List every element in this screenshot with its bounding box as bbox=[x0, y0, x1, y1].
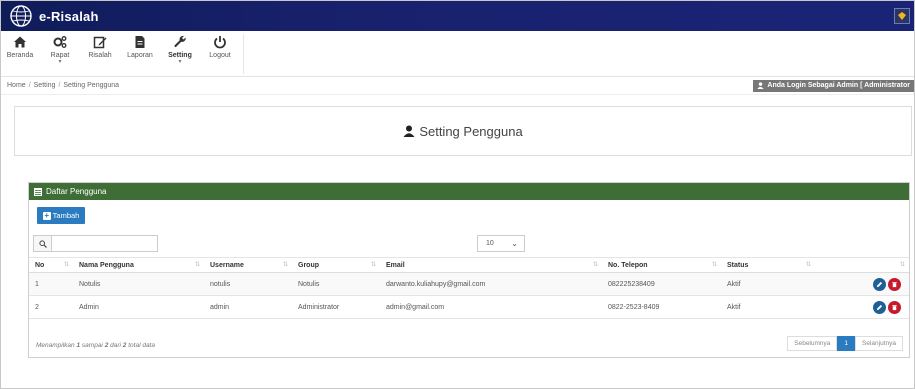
table-info: Menampilkan 1 sampai 2 dari 2 total data bbox=[36, 342, 155, 349]
toolbar-divider bbox=[243, 34, 244, 74]
table-row: 1 Notulis notulis Notulis darwanto.kulia… bbox=[29, 272, 909, 296]
toolbar-rapat-button[interactable]: Rapat ▾ bbox=[43, 31, 77, 75]
pagination-page-1[interactable]: 1 bbox=[837, 336, 856, 351]
chevron-down-icon: ▾ bbox=[58, 59, 62, 65]
pagination: Sebelumnya 1 Selanjutnya bbox=[787, 336, 903, 351]
breadcrumb: Home / Setting / Setting Pengguna bbox=[7, 82, 120, 89]
breadcrumb-setting[interactable]: Setting bbox=[34, 82, 56, 89]
delete-user-button[interactable] bbox=[888, 300, 901, 314]
column-header-telepon[interactable]: No. Telepon ⇅ bbox=[602, 257, 721, 273]
column-header-actions[interactable]: ⇅ bbox=[815, 257, 909, 273]
toolbar-risalah-button[interactable]: Risalah bbox=[83, 31, 117, 75]
pagination-prev[interactable]: Sebelumnya bbox=[787, 336, 838, 351]
home-icon bbox=[14, 36, 26, 48]
plus-icon: + bbox=[42, 210, 51, 220]
title-bar: e-Risalah bbox=[1, 1, 914, 31]
power-icon bbox=[214, 36, 226, 49]
pagination-next[interactable]: Selanjutnya bbox=[855, 336, 903, 351]
panel-title: Daftar Pengguna bbox=[46, 187, 107, 196]
file-icon bbox=[135, 36, 145, 48]
page-title: Setting Pengguna bbox=[419, 123, 523, 139]
column-header-no[interactable]: No ⇅ bbox=[29, 257, 73, 273]
toolbar-setting-button[interactable]: Setting ▾ bbox=[163, 31, 197, 75]
table-header-row: No ⇅ Nama Pengguna ⇅ Username ⇅ Group ⇅ Emai… bbox=[29, 257, 909, 273]
user-table: No ⇅ Nama Pengguna ⇅ Username ⇅ Group ⇅ Emai… bbox=[29, 257, 909, 319]
row-actions bbox=[815, 295, 909, 319]
column-header-email[interactable]: Email ⇅ bbox=[380, 257, 602, 273]
gears-icon bbox=[53, 36, 67, 48]
edit-user-button[interactable] bbox=[873, 277, 886, 291]
table-row: 2 Admin admin Administrator admin@gmail.… bbox=[29, 295, 909, 319]
row-actions bbox=[815, 272, 909, 296]
chevron-down-icon: ⌄ bbox=[511, 239, 518, 248]
search-input[interactable] bbox=[52, 236, 157, 251]
add-user-button[interactable]: + Tambah bbox=[37, 207, 85, 224]
app-title: e-Risalah bbox=[39, 8, 99, 24]
toolbar-beranda-button[interactable]: Beranda bbox=[3, 31, 37, 75]
breadcrumb-bar: Home / Setting / Setting Pengguna Anda Login… bbox=[1, 77, 914, 95]
column-header-nama[interactable]: Nama Pengguna ⇅ bbox=[73, 257, 204, 273]
pencil-icon bbox=[876, 304, 883, 310]
page-size-select[interactable]: 10 ⌄ bbox=[477, 235, 525, 252]
column-header-group[interactable]: Group ⇅ bbox=[292, 257, 380, 273]
breadcrumb-home[interactable]: Home bbox=[7, 82, 26, 89]
pencil-icon bbox=[876, 281, 883, 287]
edit-user-button[interactable] bbox=[873, 300, 886, 314]
column-header-username[interactable]: Username ⇅ bbox=[204, 257, 292, 273]
column-header-status[interactable]: Status ⇅ bbox=[721, 257, 815, 273]
main-toolbar: Beranda Rapat ▾ Risalah Laporan Setting … bbox=[1, 31, 914, 77]
trash-icon bbox=[892, 281, 897, 287]
globe-logo-icon bbox=[10, 5, 32, 27]
search-box bbox=[33, 235, 158, 252]
trash-icon bbox=[892, 304, 897, 310]
delete-user-button[interactable] bbox=[888, 277, 901, 291]
toolbar-logout-button[interactable]: Logout bbox=[203, 31, 237, 75]
login-status-badge: Anda Login Sebagai Admin [ Administrator bbox=[753, 79, 914, 92]
list-icon bbox=[34, 187, 42, 196]
user-icon bbox=[757, 82, 765, 89]
app-window: e-Risalah Beranda Rapat ▾ Risalah Lapora… bbox=[0, 0, 915, 389]
wrench-icon bbox=[174, 35, 186, 48]
edit-icon bbox=[93, 36, 107, 49]
breadcrumb-current: Setting Pengguna bbox=[63, 82, 120, 89]
user-list-panel: Daftar Pengguna + Tambah 10 ⌄ No ⇅ Nama P… bbox=[28, 182, 910, 358]
chevron-down-icon: ▾ bbox=[178, 59, 182, 65]
search-icon bbox=[34, 236, 52, 251]
user-menu-icon[interactable] bbox=[894, 8, 910, 24]
page-header-panel: Setting Pengguna bbox=[14, 106, 912, 156]
panel-header: Daftar Pengguna bbox=[29, 183, 909, 200]
user-icon bbox=[403, 125, 415, 137]
toolbar-laporan-button[interactable]: Laporan bbox=[123, 31, 157, 75]
